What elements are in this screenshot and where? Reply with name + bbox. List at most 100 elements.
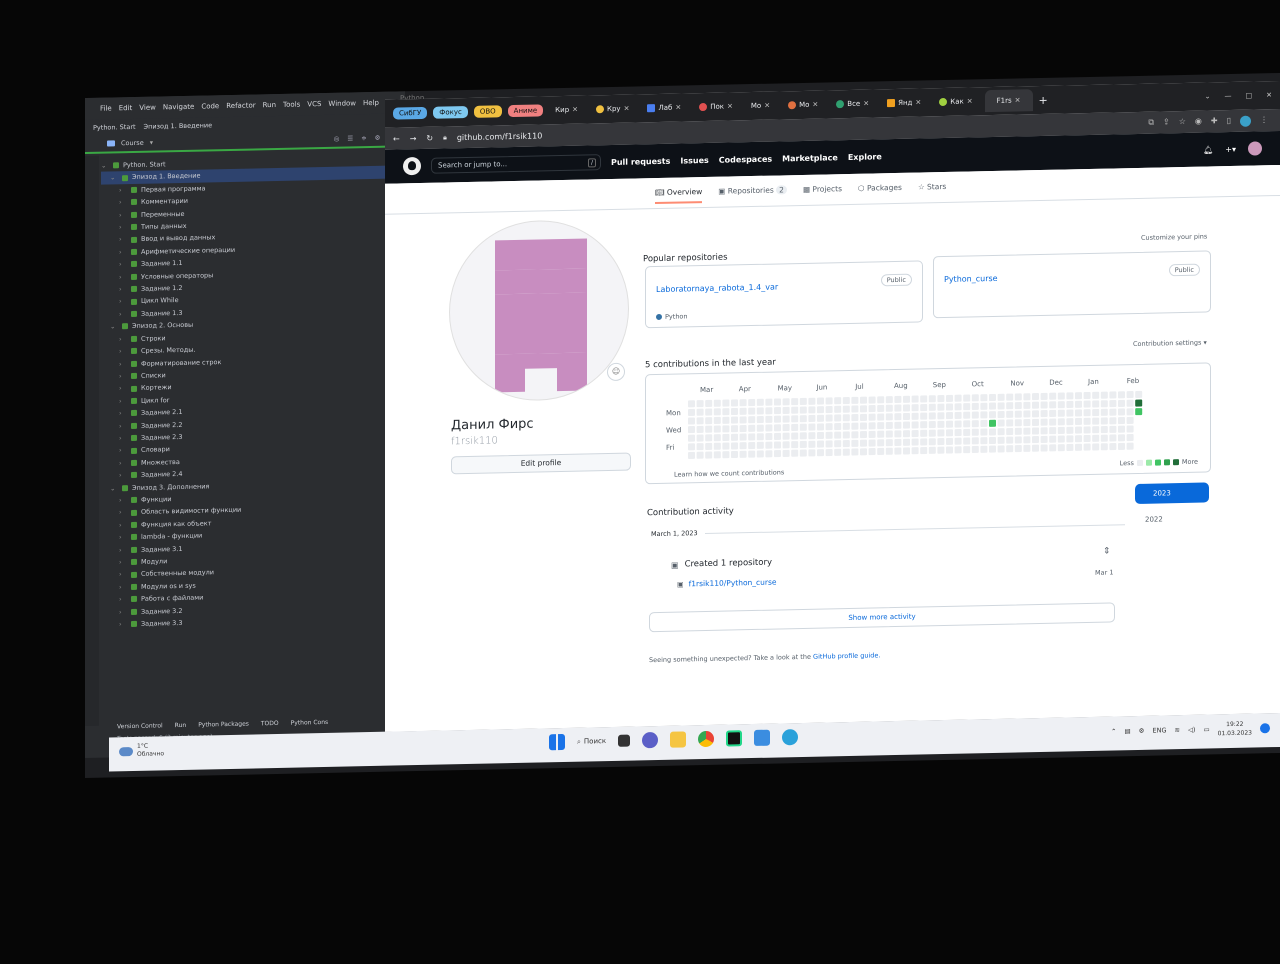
contribution-day[interactable]: [1006, 427, 1014, 436]
contribution-day[interactable]: [971, 394, 979, 402]
contribution-day[interactable]: [1023, 444, 1031, 452]
contribution-day[interactable]: [1126, 416, 1134, 424]
contribution-day[interactable]: [920, 412, 928, 420]
repo-link[interactable]: Python_curse: [944, 274, 998, 284]
contribution-day[interactable]: [1014, 393, 1022, 401]
breadcrumb-project[interactable]: Python. Start: [93, 123, 136, 132]
menu-navigate[interactable]: Navigate: [163, 103, 194, 112]
close-icon[interactable]: ✕: [1015, 96, 1021, 104]
contribution-day[interactable]: [963, 403, 971, 411]
contribution-day[interactable]: [971, 428, 979, 436]
contribution-day[interactable]: [731, 416, 738, 424]
wifi-icon[interactable]: ≋: [1174, 726, 1179, 734]
contribution-day[interactable]: [739, 433, 747, 441]
contribution-day[interactable]: [825, 405, 833, 414]
contribution-day[interactable]: [791, 441, 799, 449]
contribution-day[interactable]: [825, 423, 833, 431]
browser-tab-active[interactable]: F1rs ✕: [984, 89, 1033, 113]
customize-pins-link[interactable]: Customize your pins: [1141, 232, 1207, 241]
contribution-day[interactable]: [765, 433, 773, 441]
bookmark-ovo[interactable]: ОВО: [473, 105, 502, 118]
maximize-icon[interactable]: □: [1246, 92, 1253, 100]
chevron-right-icon[interactable]: ›: [119, 196, 127, 209]
contribution-day[interactable]: [885, 439, 893, 447]
contribution-day[interactable]: [1014, 444, 1022, 453]
extension-icon[interactable]: ◉: [1195, 116, 1202, 127]
contribution-day[interactable]: [817, 423, 824, 431]
contribution-day[interactable]: [688, 417, 695, 425]
contribution-day[interactable]: [860, 422, 867, 430]
contribution-day[interactable]: [937, 420, 945, 428]
chevron-right-icon[interactable]: ›: [119, 606, 127, 619]
contribution-day[interactable]: [817, 406, 824, 414]
contribution-day[interactable]: [868, 430, 876, 438]
contribution-day[interactable]: [989, 393, 996, 402]
contribution-day[interactable]: [1057, 409, 1065, 417]
contribution-day[interactable]: [842, 414, 850, 422]
contribution-day[interactable]: [1100, 408, 1108, 416]
contribution-day[interactable]: [868, 448, 876, 456]
contribution-day[interactable]: [937, 438, 945, 446]
contribution-day[interactable]: [1049, 427, 1057, 435]
contribution-day[interactable]: [842, 431, 850, 439]
contribution-day[interactable]: [1066, 392, 1074, 400]
contribution-day[interactable]: [1083, 409, 1091, 417]
contribution-day[interactable]: [713, 408, 721, 416]
contribution-day[interactable]: [765, 424, 773, 432]
chevron-down-icon[interactable]: ⌄: [110, 482, 118, 495]
contribution-day[interactable]: [1023, 410, 1031, 418]
create-new-icon[interactable]: +▾: [1225, 144, 1236, 153]
contribution-day[interactable]: [1092, 443, 1100, 451]
nav-explore[interactable]: Explore: [848, 152, 882, 162]
tab-search-icon[interactable]: ⌄: [1205, 92, 1211, 100]
contribution-day[interactable]: [713, 425, 721, 433]
locate-icon[interactable]: ◎: [334, 135, 340, 143]
tab-stars[interactable]: ☆ Stars: [918, 182, 946, 199]
contribution-day[interactable]: [954, 394, 962, 402]
contribution-day[interactable]: [911, 395, 919, 403]
contribution-day[interactable]: [1006, 419, 1014, 427]
contribution-day[interactable]: [928, 429, 936, 437]
contribution-day[interactable]: [748, 398, 756, 407]
contribution-day[interactable]: [1014, 410, 1022, 418]
forward-icon[interactable]: →: [410, 134, 417, 143]
contribution-day[interactable]: [1040, 435, 1048, 443]
contribution-day[interactable]: [842, 422, 850, 430]
chevron-right-icon[interactable]: ›: [119, 457, 127, 470]
tab-packages[interactable]: ⬡ Packages: [858, 183, 902, 200]
contribution-day[interactable]: [765, 398, 773, 406]
contribution-day[interactable]: [903, 412, 910, 421]
contribution-day[interactable]: [1023, 419, 1031, 427]
tab-repositories[interactable]: ▣ Repositories 2: [718, 185, 787, 202]
contribution-day[interactable]: [1118, 399, 1125, 407]
contribution-day[interactable]: [791, 423, 799, 431]
contribution-day[interactable]: [808, 423, 816, 431]
breadcrumb-episode[interactable]: Эпизод 1. Введение: [144, 121, 213, 130]
contribution-day[interactable]: [1075, 409, 1082, 417]
chrome-icon[interactable]: [698, 730, 715, 748]
contribution-day[interactable]: [1100, 434, 1108, 442]
windows-start-icon[interactable]: [549, 733, 565, 751]
contribution-day[interactable]: [1083, 426, 1091, 434]
contribution-day[interactable]: [1049, 409, 1057, 417]
contribution-day[interactable]: [782, 398, 790, 406]
contribution-day[interactable]: [825, 414, 833, 422]
year-2023-button[interactable]: 2023: [1135, 482, 1209, 505]
contribution-day[interactable]: [851, 405, 859, 413]
contribution-day[interactable]: [696, 443, 704, 451]
contribution-day[interactable]: [1075, 417, 1082, 426]
contribution-day[interactable]: [834, 422, 842, 431]
github-logo-icon[interactable]: [403, 156, 421, 176]
browser-tab[interactable]: Янд ✕: [881, 98, 927, 108]
contribution-day[interactable]: [739, 399, 747, 407]
contribution-day[interactable]: [989, 402, 996, 410]
browser-tab[interactable]: Мо ✕: [745, 102, 776, 111]
contribution-day[interactable]: [782, 441, 790, 449]
browser-tab[interactable]: Все ✕: [830, 99, 875, 109]
contribution-day[interactable]: [989, 419, 996, 427]
contribution-day[interactable]: [1066, 426, 1074, 434]
contribution-day[interactable]: [1109, 408, 1117, 416]
contribution-day[interactable]: [731, 433, 738, 441]
contribution-day[interactable]: [722, 451, 730, 459]
contribution-day[interactable]: [963, 437, 971, 445]
